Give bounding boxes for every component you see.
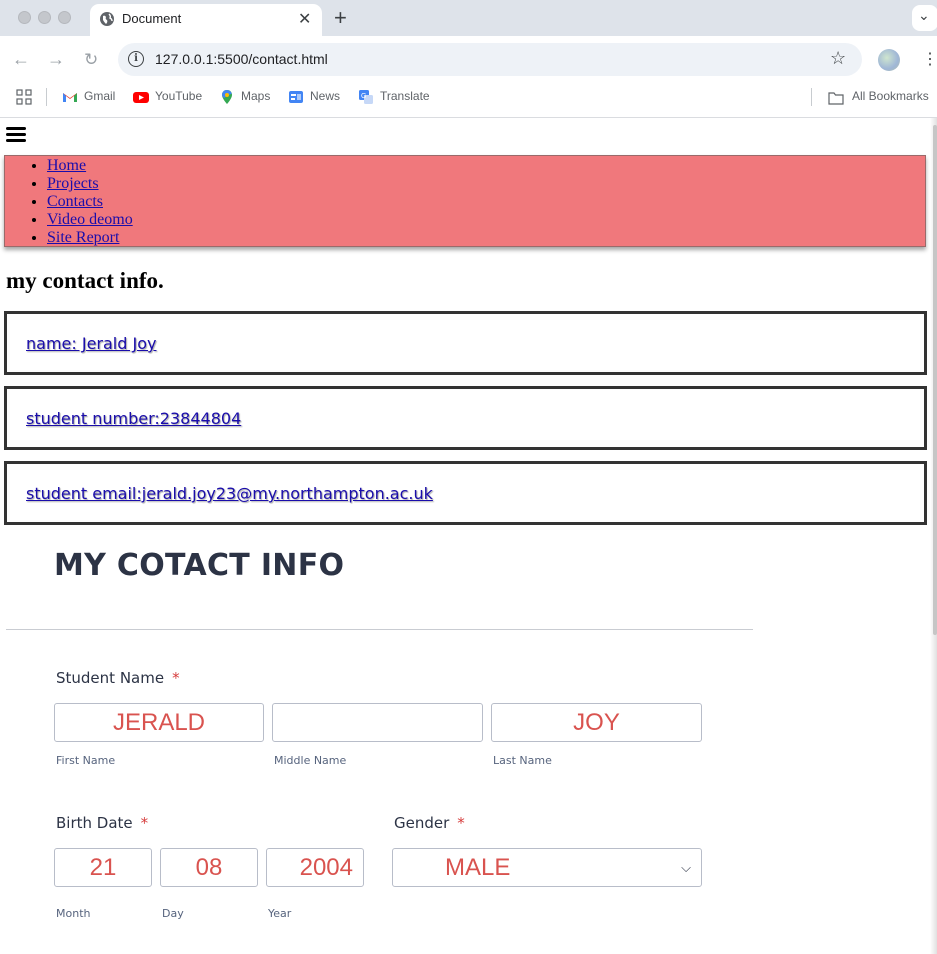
bookmark-youtube[interactable]: YouTube bbox=[155, 89, 202, 103]
browser-toolbar: ← → ↻ i 127.0.0.1:5500/contact.html ☆ ⋮ bbox=[0, 36, 937, 82]
svg-text:G: G bbox=[361, 93, 366, 100]
maps-icon bbox=[222, 90, 232, 104]
gender-selected-value: MALE bbox=[445, 854, 511, 881]
nav-link-site-report[interactable]: Site Report bbox=[47, 229, 119, 246]
student-name-label-text: Student Name bbox=[56, 669, 165, 687]
browser-tab[interactable]: Document ✕ bbox=[90, 4, 322, 36]
page-viewport: Home Projects Contacts Video deomo Site … bbox=[0, 118, 937, 954]
middle-name-input[interactable] bbox=[272, 703, 483, 742]
required-asterisk: * bbox=[140, 814, 149, 832]
site-info-icon[interactable]: i bbox=[128, 51, 144, 67]
folder-icon bbox=[828, 92, 844, 105]
site-nav: Home Projects Contacts Video deomo Site … bbox=[4, 155, 926, 247]
bookmark-translate[interactable]: Translate bbox=[380, 89, 430, 103]
gmail-icon bbox=[63, 93, 77, 102]
bookmarks-separator bbox=[811, 88, 812, 106]
bookmarks-separator bbox=[46, 88, 47, 106]
form-divider bbox=[6, 629, 753, 630]
middle-name-sublabel: Middle Name bbox=[274, 754, 347, 767]
tab-search-button[interactable]: ⌄ bbox=[912, 5, 937, 31]
birth-day-input[interactable]: 08 bbox=[160, 848, 258, 887]
browser-tabstrip: Document ✕ + ⌄ bbox=[0, 0, 937, 36]
address-url: 127.0.0.1:5500/contact.html bbox=[155, 51, 328, 67]
bookmark-news[interactable]: News bbox=[310, 89, 340, 103]
bookmarks-bar: Gmail YouTube Maps News G Translate All … bbox=[0, 82, 937, 112]
nav-link-home[interactable]: Home bbox=[47, 157, 86, 174]
all-bookmarks[interactable]: All Bookmarks bbox=[852, 89, 929, 103]
email-box: student email:jerald.joy23@my.northampto… bbox=[4, 461, 927, 525]
nav-link-projects[interactable]: Projects bbox=[47, 175, 99, 192]
name-link[interactable]: name: Jerald Joy bbox=[26, 334, 156, 353]
chevron-down-icon: ⌵ bbox=[681, 860, 691, 875]
apps-grid-icon[interactable] bbox=[16, 89, 32, 105]
last-name-input[interactable]: JOY bbox=[491, 703, 702, 742]
form-title: MY COTACT INFO bbox=[54, 548, 345, 583]
hamburger-menu-icon[interactable] bbox=[6, 127, 26, 142]
close-tab-icon[interactable]: ✕ bbox=[298, 9, 311, 29]
nav-item-projects: Projects bbox=[47, 175, 133, 193]
translate-icon: G bbox=[359, 90, 373, 104]
news-icon bbox=[289, 91, 303, 103]
email-link[interactable]: student email:jerald.joy23@my.northampto… bbox=[26, 484, 433, 503]
nav-item-contacts: Contacts bbox=[47, 193, 133, 211]
nav-item-home: Home bbox=[47, 157, 133, 175]
window-close-button[interactable] bbox=[18, 11, 31, 24]
profile-avatar[interactable] bbox=[878, 49, 900, 71]
birth-date-label: Birth Date * bbox=[56, 814, 148, 832]
back-button[interactable]: ← bbox=[12, 49, 30, 70]
address-bar[interactable]: i 127.0.0.1:5500/contact.html ☆ bbox=[118, 43, 862, 76]
window-minimize-button[interactable] bbox=[38, 11, 51, 24]
gender-select[interactable]: MALE ⌵ bbox=[392, 848, 702, 887]
birth-date-label-text: Birth Date bbox=[56, 814, 133, 832]
day-sublabel: Day bbox=[162, 907, 184, 920]
first-name-input[interactable]: JERALD bbox=[54, 703, 264, 742]
forward-button[interactable]: → bbox=[47, 49, 65, 70]
gender-label-text: Gender bbox=[394, 814, 450, 832]
tab-title: Document bbox=[122, 11, 182, 26]
scrollbar-thumb[interactable] bbox=[933, 125, 937, 635]
new-tab-button[interactable]: + bbox=[334, 5, 347, 31]
name-box: name: Jerald Joy bbox=[4, 311, 927, 375]
browser-menu-icon[interactable]: ⋮ bbox=[922, 49, 937, 69]
last-name-sublabel: Last Name bbox=[493, 754, 552, 767]
student-number-box: student number:23844804 bbox=[4, 386, 927, 450]
birth-month-input[interactable]: 21 bbox=[54, 848, 152, 887]
birth-year-input[interactable]: 2004 bbox=[266, 848, 364, 887]
month-sublabel: Month bbox=[56, 907, 91, 920]
contact-heading: my contact info. bbox=[6, 268, 164, 293]
nav-item-site-report: Site Report bbox=[47, 229, 133, 247]
chevron-down-icon: ⌄ bbox=[918, 7, 930, 23]
nav-item-video: Video deomo bbox=[47, 211, 133, 229]
first-name-sublabel: First Name bbox=[56, 754, 116, 767]
gender-label: Gender * bbox=[394, 814, 465, 832]
globe-icon bbox=[100, 12, 114, 26]
student-name-label: Student Name * bbox=[56, 669, 180, 687]
nav-link-contacts[interactable]: Contacts bbox=[47, 193, 103, 210]
bookmark-maps[interactable]: Maps bbox=[241, 89, 270, 103]
required-asterisk: * bbox=[172, 669, 180, 687]
bookmark-gmail[interactable]: Gmail bbox=[84, 89, 115, 103]
nav-link-video[interactable]: Video deomo bbox=[47, 211, 133, 228]
bookmark-star-icon[interactable]: ☆ bbox=[830, 48, 846, 69]
youtube-icon bbox=[133, 92, 149, 103]
required-asterisk: * bbox=[457, 814, 465, 832]
year-sublabel: Year bbox=[268, 907, 292, 920]
student-number-link[interactable]: student number:23844804 bbox=[26, 409, 241, 428]
reload-button[interactable]: ↻ bbox=[84, 50, 98, 70]
window-zoom-button[interactable] bbox=[58, 11, 71, 24]
